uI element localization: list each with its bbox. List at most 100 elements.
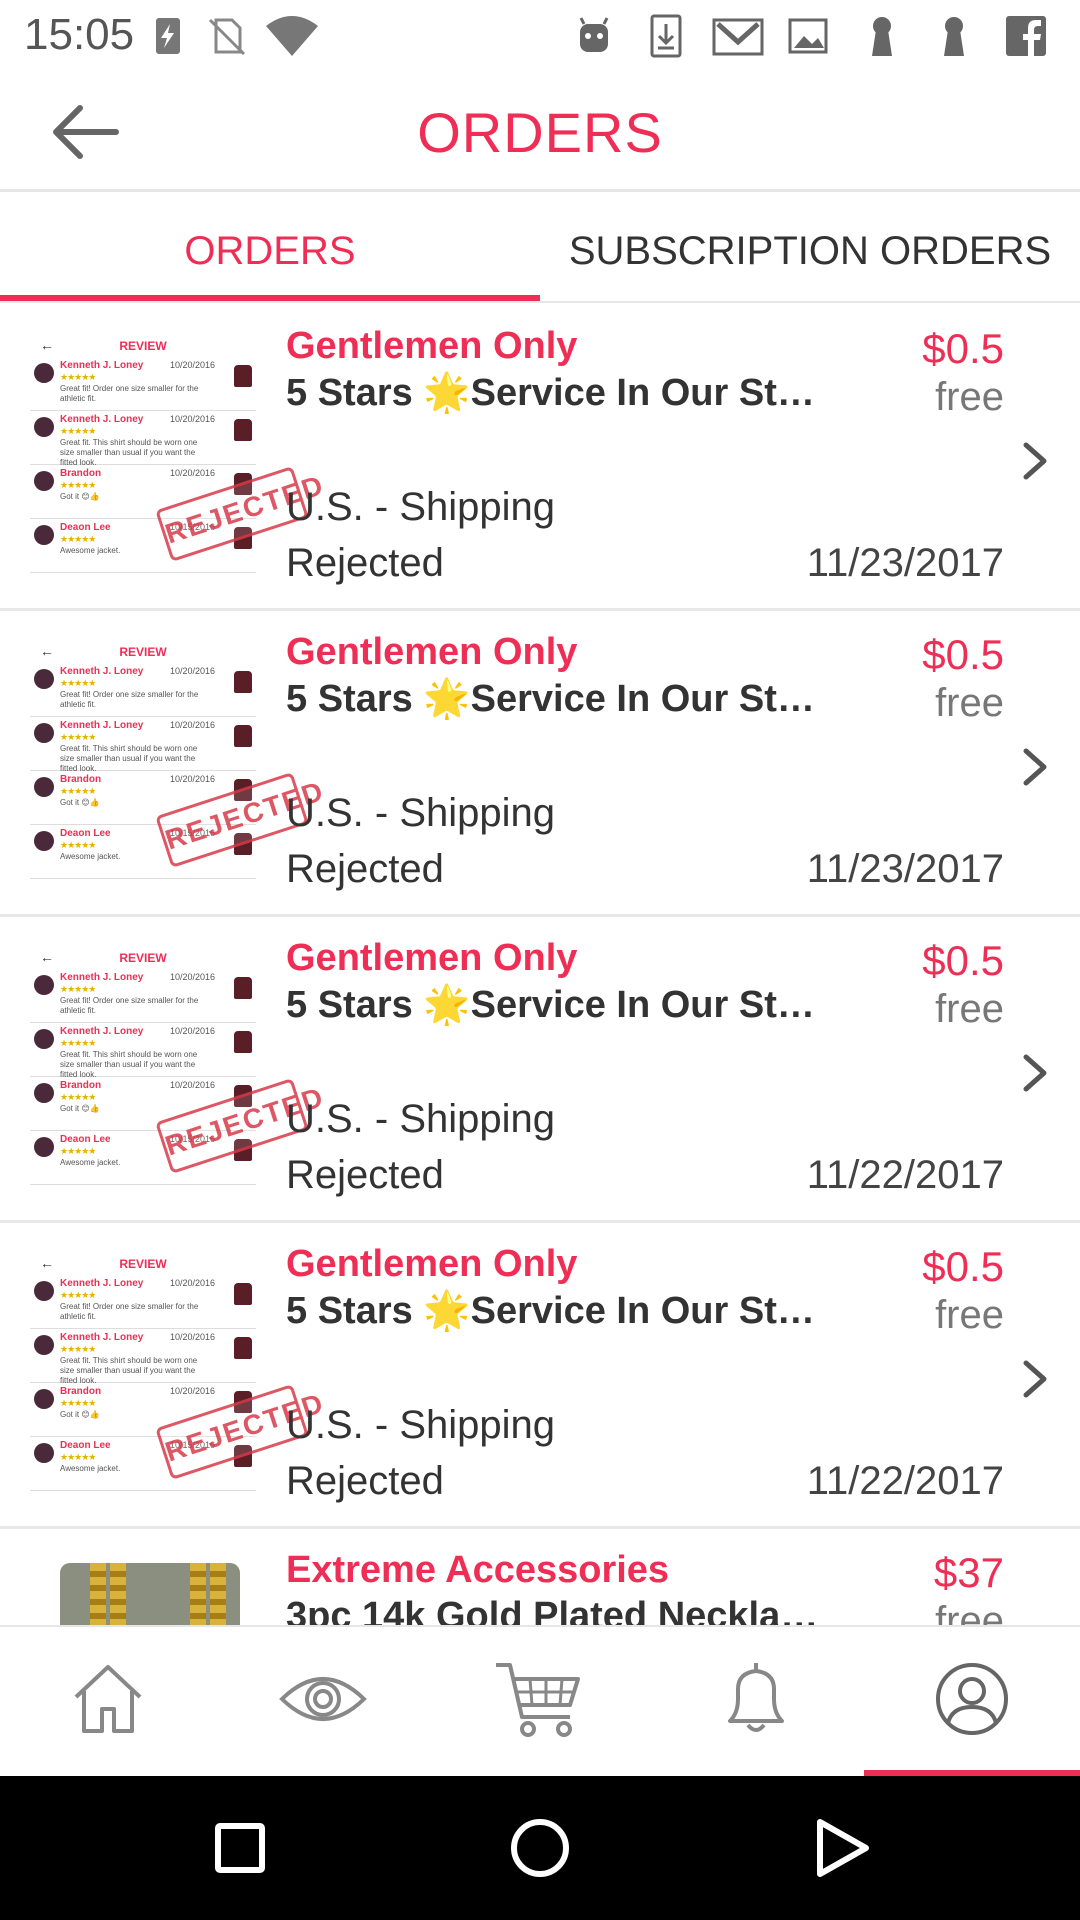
store-name: Gentlemen Only (286, 325, 578, 367)
thumb-review-date: 10/20/2016 (170, 360, 216, 370)
thumb-review-stars: ★★★★★ (60, 1038, 96, 1048)
tab-subscription-orders[interactable]: SUBSCRIPTION ORDERS (540, 195, 1080, 303)
avatar (34, 363, 54, 383)
thumb-review-stars: ★★★★★ (60, 1344, 96, 1354)
avatar (34, 1335, 54, 1355)
orders-list[interactable]: ← REVIEW Kenneth J. Loney 10/20/2016 ★★★… (0, 305, 1080, 1625)
gold-chain (110, 1563, 126, 1625)
nav-profile[interactable] (864, 1627, 1080, 1777)
shirt-thumbnail (234, 725, 252, 747)
thumb-review-date: 10/20/2016 (170, 1332, 216, 1342)
status-time: 15:05 (24, 10, 135, 59)
nav-notifications[interactable] (648, 1627, 864, 1777)
bottom-nav (0, 1625, 1080, 1777)
gold-chain (210, 1563, 226, 1625)
thumb-review-text: Great fit! Order one size smaller for th… (60, 1302, 199, 1321)
circle-home-icon[interactable] (504, 1812, 576, 1884)
keyhole-icon (872, 17, 892, 56)
order-status: Rejected (286, 1459, 444, 1503)
thumb-review-name: Brandon (60, 468, 102, 479)
thumb-review-text: Great fit. This shirt should be worn one… (60, 1050, 198, 1079)
thumb-review-stars: ★★★★★ (60, 426, 96, 436)
battery-charging-icon (156, 18, 180, 54)
avatar (34, 417, 54, 437)
product-title: 5 Stars 🌟Service In Our St… (286, 372, 815, 414)
nav-home[interactable] (0, 1627, 216, 1777)
thumb-review-name: Brandon (60, 1080, 102, 1091)
shirt-thumbnail (234, 977, 252, 999)
order-row[interactable]: ← REVIEW Kenneth J. Loney 10/20/2016 ★★★… (0, 611, 1080, 917)
thumb-review-stars: ★★★★★ (60, 480, 96, 490)
thumb-review-stars: ★★★★★ (60, 1290, 96, 1300)
square-recents-icon[interactable] (204, 1812, 276, 1884)
shipping-price: free (935, 681, 1004, 725)
thumb-review-date: 10/20/2016 (170, 1386, 216, 1396)
thumb-review-name: Brandon (60, 1386, 102, 1397)
necklace-thumbnail (60, 1563, 240, 1625)
product-title: 5 Stars 🌟Service In Our St… (286, 984, 815, 1026)
thumb-review-title: REVIEW (119, 1257, 167, 1271)
thumb-review-name: Kenneth J. Loney (60, 1278, 144, 1289)
download-icon (650, 14, 682, 58)
thumb-review-name: Kenneth J. Loney (60, 360, 144, 371)
order-thumbnail: ← REVIEW Kenneth J. Loney 10/20/2016 ★★★… (30, 945, 256, 1199)
nav-cart[interactable] (432, 1627, 648, 1777)
order-row[interactable]: ← REVIEW Kenneth J. Loney 10/20/2016 ★★★… (0, 305, 1080, 611)
store-name: Gentlemen Only (286, 937, 578, 979)
thumb-review: Kenneth J. Loney 10/20/2016 ★★★★★ Great … (30, 357, 256, 411)
chevron-right-icon[interactable] (1020, 439, 1050, 483)
order-date: 11/23/2017 (806, 541, 1004, 585)
thumb-review-date: 10/20/2016 (170, 774, 216, 784)
tab-indicator (0, 295, 540, 301)
order-price: $0.5 (922, 631, 1004, 678)
thumb-review: Kenneth J. Loney 10/20/2016 ★★★★★ Great … (30, 717, 256, 773)
triangle-back-icon[interactable] (804, 1812, 876, 1884)
thumb-review-stars: ★★★★★ (60, 534, 96, 544)
order-status: Rejected (286, 1153, 444, 1197)
chevron-right-icon[interactable] (1020, 1357, 1050, 1401)
avatar (34, 525, 54, 545)
product-title: 5 Stars 🌟Service In Our St… (286, 678, 815, 720)
tab-bar: ORDERS SUBSCRIPTION ORDERS (0, 195, 1080, 303)
chevron-right-icon[interactable] (1020, 1051, 1050, 1095)
order-row[interactable]: Extreme Accessories 3pc 14k Gold Plated … (0, 1529, 1080, 1625)
product-title: 5 Stars 🌟Service In Our St… (286, 1290, 815, 1332)
tab-orders[interactable]: ORDERS (0, 195, 540, 303)
avatar (34, 471, 54, 491)
avatar (34, 777, 54, 797)
thumb-review-title: REVIEW (119, 645, 167, 659)
store-name: Gentlemen Only (286, 1243, 578, 1285)
thumb-review-date: 10/20/2016 (170, 1026, 216, 1036)
order-row[interactable]: ← REVIEW Kenneth J. Loney 10/20/2016 ★★★… (0, 1223, 1080, 1529)
avatar (34, 1281, 54, 1301)
gmail-icon (712, 18, 764, 56)
order-row[interactable]: ← REVIEW Kenneth J. Loney 10/20/2016 ★★★… (0, 917, 1080, 1223)
store-name: Extreme Accessories (286, 1549, 670, 1591)
status-bar: 15:05 (0, 0, 1080, 72)
no-sim-icon (208, 18, 246, 56)
avatar (34, 1389, 54, 1409)
thumb-review-text: Great fit! Order one size smaller for th… (60, 996, 199, 1015)
thumb-review-name: Kenneth J. Loney (60, 666, 144, 677)
thumb-review-title: REVIEW (119, 339, 167, 353)
shirt-thumbnail (234, 1337, 252, 1359)
shirt-thumbnail (234, 1283, 252, 1305)
product-title: 3pc 14k Gold Plated Neckla… (286, 1595, 819, 1625)
thumb-review-stars: ★★★★★ (60, 840, 96, 850)
thumb-review: Kenneth J. Loney 10/20/2016 ★★★★★ Great … (30, 1329, 256, 1385)
avatar (34, 1083, 54, 1103)
thumb-review-name: Deaon Lee (60, 1134, 111, 1145)
shirt-thumbnail (234, 419, 252, 441)
facebook-icon (1006, 16, 1046, 56)
home-icon (74, 1665, 142, 1733)
shipping-price: free (935, 375, 1004, 419)
thumb-review-stars: ★★★★★ (60, 984, 96, 994)
thumb-review-name: Deaon Lee (60, 828, 111, 839)
nav-explore[interactable] (216, 1627, 432, 1777)
thumb-review-date: 10/20/2016 (170, 972, 216, 982)
thumb-review-name: Brandon (60, 774, 102, 785)
store-name: Gentlemen Only (286, 631, 578, 673)
gold-chain (190, 1563, 206, 1625)
thumb-review-text: Great fit. This shirt should be worn one… (60, 1356, 198, 1385)
chevron-right-icon[interactable] (1020, 745, 1050, 789)
